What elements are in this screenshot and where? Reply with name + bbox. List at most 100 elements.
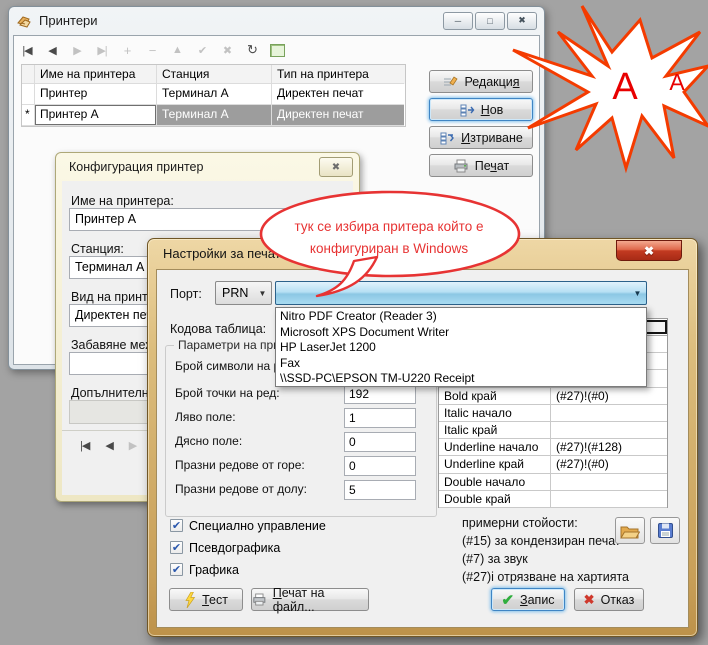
pseudographics-checkbox[interactable]: ✔ Псевдографика <box>170 540 280 555</box>
letter-a-small: A <box>669 69 685 95</box>
nav-first-icon[interactable]: |◀ <box>20 44 34 57</box>
nav-cancel-icon[interactable]: ✖ <box>220 44 234 57</box>
graphics-checkbox[interactable]: ✔ Графика <box>170 562 239 577</box>
save-button[interactable]: ✔ Запис <box>491 588 565 611</box>
cancel-button[interactable]: ✖ Отказ <box>574 588 644 611</box>
test-button[interactable]: Тест <box>169 588 243 611</box>
nav-insert-icon[interactable]: + <box>120 43 134 58</box>
checkbox-check-icon: ✔ <box>170 541 183 554</box>
check-icon: ✔ <box>501 591 514 609</box>
print-to-file-button[interactable]: Печат на файл... <box>251 588 369 611</box>
window-title: Конфигурация принтер <box>69 160 203 174</box>
checkbox-label: Псевдографика <box>189 541 280 555</box>
bubble-text-line2: конфигуриран в Windows <box>310 241 468 256</box>
db-navigator-toolbar: |◀ ◀ ▶ ▶| + − ▲ ✔ ✖ ↻ <box>20 41 285 59</box>
button-label: Запис <box>520 593 555 607</box>
printers-table: Име на принтера Станция Тип на принтера … <box>21 64 406 127</box>
checkbox-check-icon: ✔ <box>170 519 183 532</box>
nav-next-icon[interactable]: ▶ <box>70 44 84 57</box>
printer-name-label: Име на принтера: <box>71 194 174 208</box>
nav-first-icon[interactable]: |◀ <box>80 439 89 452</box>
nav-delete-icon[interactable]: − <box>145 43 159 58</box>
desktop: Принтери ─ □ ✖ |◀ ◀ ▶ ▶| + − ▲ ✔ ✖ ↻ <box>0 0 708 645</box>
floppy-save-icon <box>657 522 674 539</box>
printer-icon <box>252 592 267 607</box>
minimize-button[interactable]: ─ <box>443 12 473 30</box>
delete-item-icon <box>439 130 455 146</box>
window-title: Принтери <box>39 13 436 28</box>
chevron-down-icon: ▼ <box>629 289 646 298</box>
dropdown-item[interactable]: HP LaserJet 1200 <box>276 340 646 356</box>
new-item-icon <box>459 102 475 118</box>
button-label: Отказ <box>601 593 635 607</box>
row-indicator: * <box>22 105 35 126</box>
blank-lines-bottom-label: Празни редове от долу: <box>175 482 307 496</box>
x-icon: ✖ <box>584 592 595 608</box>
settings-client: Порт: PRN ▼ ▼ Кодова таблица: Параметри … <box>156 269 689 628</box>
nav-prior-icon[interactable]: ◀ <box>45 44 59 57</box>
nav-next-icon[interactable]: ▶ <box>129 439 136 452</box>
table-row[interactable]: Принтер Терминал А Директен печат <box>22 84 405 105</box>
cell-name[interactable]: Принтер <box>35 84 157 105</box>
dropdown-item[interactable]: Nitro PDF Creator (Reader 3) <box>276 309 646 325</box>
cell-type[interactable]: Директен печат <box>272 105 404 126</box>
bubble-text-line1: тук се избира притера който е <box>295 219 484 234</box>
col-header-station[interactable]: Станция <box>157 65 272 84</box>
speech-bubble: тук се избира притера който е конфигурир… <box>240 182 540 307</box>
edit-icon <box>442 74 458 90</box>
checkbox-label: Специално управление <box>189 519 326 533</box>
open-file-button[interactable] <box>615 517 645 544</box>
left-margin-input[interactable]: 1 <box>344 408 416 428</box>
col-header-name[interactable]: Име на принтера <box>35 65 157 84</box>
config-navigator: |◀ ◀ ▶ <box>80 439 136 452</box>
dropdown-item[interactable]: \\SSD-PC\EPSON TM-U220 Receipt <box>276 371 646 387</box>
grid-row[interactable]: Double начало <box>439 474 667 491</box>
left-margin-label: Ляво поле: <box>175 410 236 424</box>
table-header: Име на принтера Станция Тип на принтера <box>22 65 405 84</box>
sample-values-text: примерни стойости: (#15) за кондензиран … <box>462 514 629 586</box>
blank-lines-top-input[interactable]: 0 <box>344 456 416 476</box>
grid-row[interactable]: Italic край <box>439 422 667 439</box>
col-header-type[interactable]: Тип на принтера <box>272 65 404 84</box>
printers-titlebar[interactable]: Принтери ─ □ ✖ <box>9 7 544 34</box>
starburst-annotation: A A <box>495 0 708 180</box>
blank-lines-bottom-input[interactable]: 5 <box>344 480 416 500</box>
dots-per-line-label: Брой точки на ред: <box>175 386 280 400</box>
nav-edit-icon[interactable]: ▲ <box>170 44 184 56</box>
printer-dropdown-list: Nitro PDF Creator (Reader 3) Microsoft X… <box>275 307 647 387</box>
cell-type[interactable]: Директен печат <box>272 84 404 105</box>
special-control-checkbox[interactable]: ✔ Специално управление <box>170 518 326 533</box>
button-label: Тест <box>202 593 228 607</box>
grid-row[interactable]: Italic начало <box>439 405 667 422</box>
grid-row[interactable]: Underline край(#27)!(#0) <box>439 456 667 473</box>
grid-row[interactable]: Bold край(#27)!(#0) <box>439 388 667 405</box>
nav-prior-icon[interactable]: ◀ <box>105 439 112 452</box>
cell-name-editor[interactable]: Принтер А <box>35 105 157 126</box>
grid-row[interactable]: Double край <box>439 491 667 508</box>
nav-refresh-icon[interactable]: ↻ <box>245 42 259 58</box>
right-margin-input[interactable]: 0 <box>344 432 416 452</box>
station-label: Станция: <box>71 242 124 256</box>
blank-lines-top-label: Празни редове от горе: <box>175 458 305 472</box>
dots-per-line-input[interactable]: 192 <box>344 384 416 404</box>
nav-post-icon[interactable]: ✔ <box>195 44 209 57</box>
close-button[interactable]: ✖ <box>616 240 682 261</box>
button-label: Печат на файл... <box>273 586 368 614</box>
letter-a-big: A <box>612 66 638 108</box>
grid-row[interactable]: Underline начало(#27)!(#128) <box>439 439 667 456</box>
export-grid-icon[interactable] <box>270 44 285 57</box>
cell-station[interactable]: Терминал А <box>157 84 272 105</box>
table-row-selected[interactable]: * Принтер А Терминал А Директен печат <box>22 105 405 126</box>
dropdown-item[interactable]: Fax <box>276 356 646 372</box>
close-button[interactable]: ✖ <box>319 157 353 177</box>
dropdown-item[interactable]: Microsoft XPS Document Writer <box>276 325 646 341</box>
additional-label: Допълнителни <box>71 386 156 400</box>
cell-station[interactable]: Терминал А <box>157 105 272 126</box>
codepage-label: Кодова таблица: <box>170 322 266 336</box>
printer-icon <box>453 158 469 174</box>
app-icon <box>16 13 32 29</box>
checkbox-check-icon: ✔ <box>170 563 183 576</box>
right-margin-label: Дясно поле: <box>175 434 242 448</box>
nav-last-icon[interactable]: ▶| <box>95 44 109 57</box>
save-file-button[interactable] <box>650 517 680 544</box>
